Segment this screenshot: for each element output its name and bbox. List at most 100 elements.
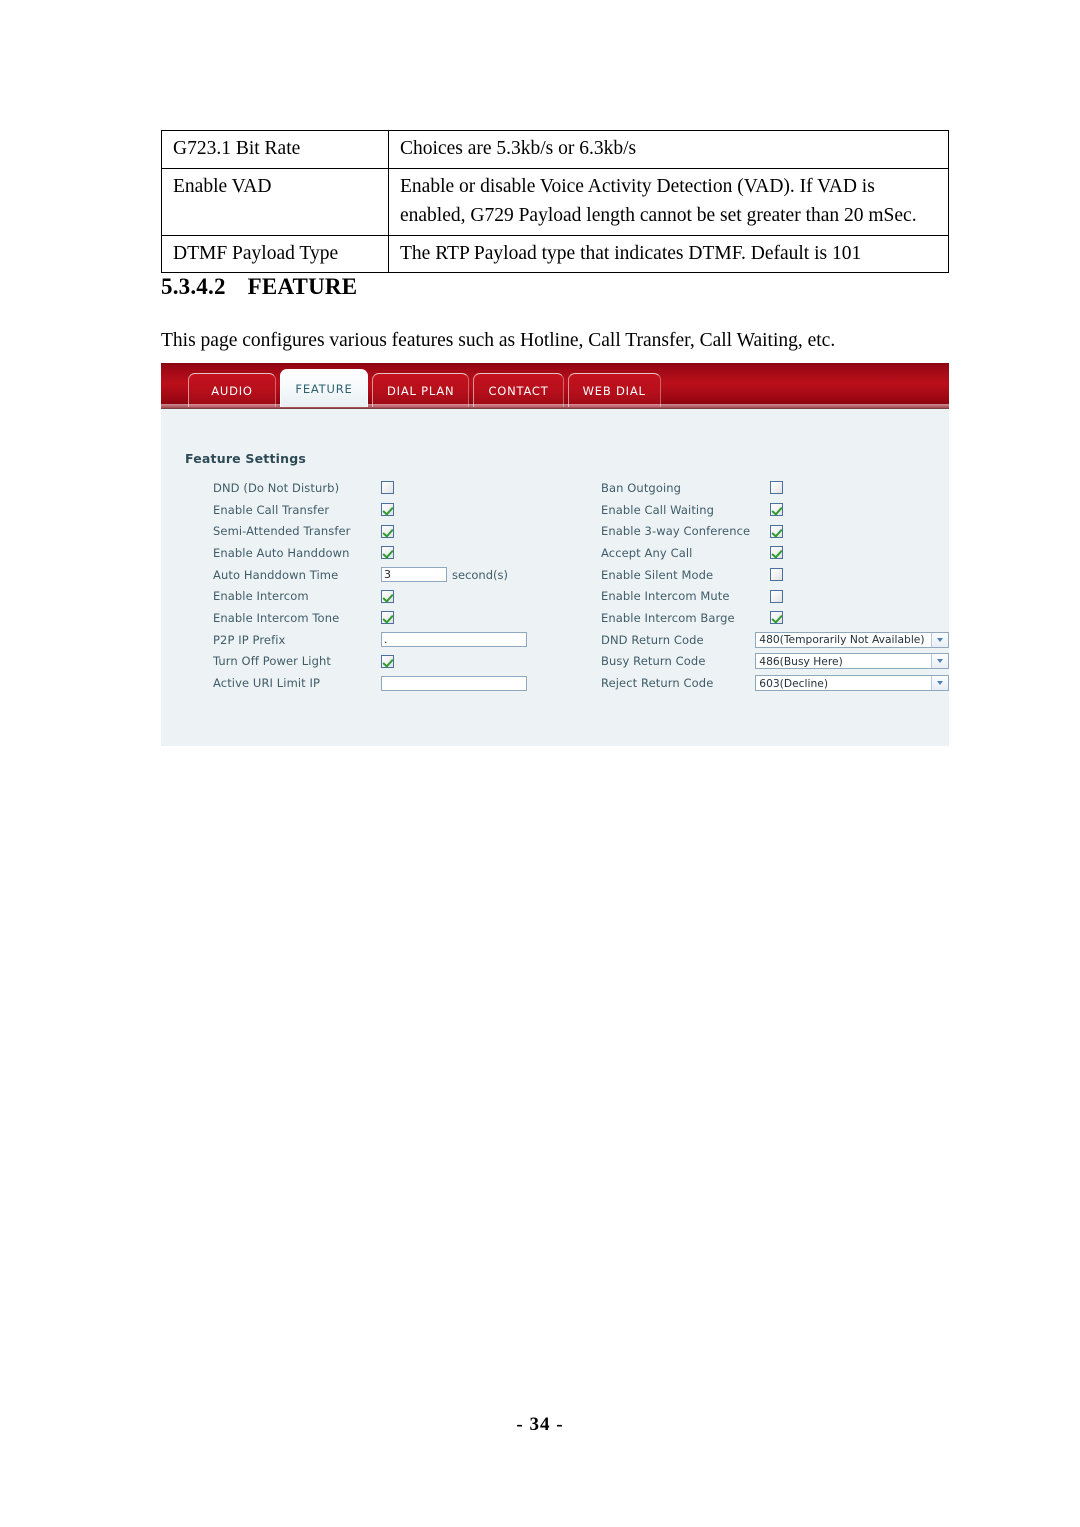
tab-audio[interactable]: AUDIO (188, 373, 276, 407)
table-row: G723.1 Bit Rate Choices are 5.3kb/s or 6… (161, 130, 949, 169)
field-label: P2P IP Prefix (213, 632, 286, 647)
form-row: Auto Handdown Time second(s) Enable Sile… (161, 564, 949, 586)
tab-label: AUDIO (211, 383, 253, 398)
tab-label: FEATURE (295, 381, 353, 396)
field-busy-return-code: Busy Return Code 486(Busy Here) (555, 653, 949, 670)
tab-label: DIAL PLAN (387, 383, 455, 398)
field-semi-attended-transfer: Semi-Attended Transfer (161, 524, 555, 538)
field-label: Semi-Attended Transfer (213, 524, 351, 539)
field-label: Enable Intercom Mute (601, 589, 730, 604)
form-row: P2P IP Prefix DND Return Code 480(Tempor… (161, 629, 949, 651)
form-row: DND (Do Not Disturb) Ban Outgoing (161, 477, 949, 499)
field-enable-silent-mode: Enable Silent Mode (555, 568, 949, 582)
field-reject-return-code: Reject Return Code 603(Decline) (555, 675, 949, 692)
field-enable-auto-handdown: Enable Auto Handdown (161, 546, 555, 560)
dnd-return-code-select[interactable]: 480(Temporarily Not Available) (755, 631, 949, 648)
field-enable-intercom-tone: Enable Intercom Tone (161, 611, 555, 625)
tab-web-dial[interactable]: WEB DIAL (567, 373, 661, 407)
tab-dial-plan[interactable]: DIAL PLAN (372, 373, 470, 407)
table-row: DTMF Payload Type The RTP Payload type t… (161, 234, 949, 274)
field-label: DND Return Code (601, 632, 704, 647)
table-cell-description: Enable or disable Voice Activity Detecti… (388, 167, 949, 236)
tab-contact[interactable]: CONTACT (473, 373, 564, 407)
table-cell-term: G723.1 Bit Rate (161, 130, 389, 169)
table-cell-term: DTMF Payload Type (161, 234, 389, 274)
device-web-ui-screenshot: AUDIO FEATURE DIAL PLAN CONTACT WEB DIAL… (161, 363, 949, 746)
field-turn-off-power-light: Turn Off Power Light (161, 654, 555, 668)
table-cell-description: Choices are 5.3kb/s or 6.3kb/s (388, 130, 949, 169)
field-label: Busy Return Code (601, 654, 706, 669)
field-label: Enable Intercom Tone (213, 610, 340, 625)
auto-handdown-time-input[interactable] (381, 567, 447, 583)
enable-auto-handdown-checkbox[interactable] (381, 546, 394, 560)
semi-attended-transfer-checkbox[interactable] (381, 524, 394, 538)
field-enable-intercom-barge: Enable Intercom Barge (555, 611, 949, 625)
enable-intercom-mute-checkbox[interactable] (770, 589, 783, 603)
field-label: Enable Auto Handdown (213, 545, 350, 560)
form-row: Active URI Limit IP Reject Return Code 6… (161, 672, 949, 694)
field-label: Turn Off Power Light (213, 654, 331, 669)
field-p2p-ip-prefix: P2P IP Prefix (161, 632, 555, 648)
feature-settings-form: DND (Do Not Disturb) Ban Outgoing Enable… (161, 477, 949, 694)
field-enable-call-transfer: Enable Call Transfer (161, 503, 555, 517)
accept-any-call-checkbox[interactable] (770, 546, 783, 560)
section-number: 5.3.4.2 (161, 274, 226, 299)
table-row: Enable VAD Enable or disable Voice Activ… (161, 167, 949, 236)
select-value: 480(Temporarily Not Available) (759, 633, 925, 647)
field-label: Reject Return Code (601, 676, 714, 691)
field-label: Active URI Limit IP (213, 676, 321, 691)
table-cell-term: Enable VAD (161, 167, 389, 236)
field-active-uri-limit-ip: Active URI Limit IP (161, 675, 555, 691)
chevron-down-icon (930, 654, 948, 669)
form-row: Turn Off Power Light Busy Return Code 48… (161, 651, 949, 673)
field-auto-handdown-time: Auto Handdown Time second(s) (161, 567, 555, 583)
enable-intercom-tone-checkbox[interactable] (381, 611, 394, 625)
tab-label: CONTACT (488, 383, 549, 398)
enable-intercom-barge-checkbox[interactable] (770, 611, 783, 625)
enable-silent-mode-checkbox[interactable] (770, 568, 783, 582)
field-label: Enable Call Waiting (601, 502, 715, 517)
active-uri-limit-ip-input[interactable] (381, 675, 527, 691)
enable-intercom-checkbox[interactable] (381, 589, 394, 603)
auto-handdown-time-unit: second(s) (452, 567, 508, 582)
tab-list: AUDIO FEATURE DIAL PLAN CONTACT WEB DIAL (188, 369, 661, 407)
field-label: DND (Do Not Disturb) (213, 480, 340, 495)
select-value: 486(Busy Here) (759, 654, 843, 668)
tab-label: WEB DIAL (582, 383, 646, 398)
intro-paragraph: This page configures various features su… (161, 330, 836, 351)
enable-call-waiting-checkbox[interactable] (770, 503, 783, 517)
field-enable-3way-conference: Enable 3-way Conference (555, 524, 949, 538)
dnd-checkbox[interactable] (381, 481, 394, 495)
form-row: Semi-Attended Transfer Enable 3-way Conf… (161, 520, 949, 542)
table-cell-description: The RTP Payload type that indicates DTMF… (388, 234, 949, 274)
form-row: Enable Auto Handdown Accept Any Call (161, 542, 949, 564)
form-row: Enable Call Transfer Enable Call Waiting (161, 499, 949, 521)
enable-3way-conference-checkbox[interactable] (770, 524, 783, 538)
select-value: 603(Decline) (759, 676, 828, 690)
p2p-ip-prefix-input[interactable] (381, 632, 527, 648)
field-label: Enable Intercom Barge (601, 610, 735, 625)
busy-return-code-select[interactable]: 486(Busy Here) (755, 653, 949, 670)
field-enable-intercom: Enable Intercom (161, 589, 555, 603)
field-enable-call-waiting: Enable Call Waiting (555, 503, 949, 517)
feature-settings-panel: Feature Settings DND (Do Not Disturb) Ba… (161, 409, 949, 746)
enable-call-transfer-checkbox[interactable] (381, 503, 394, 517)
field-label: Enable Silent Mode (601, 567, 714, 582)
field-dnd-return-code: DND Return Code 480(Temporarily Not Avai… (555, 631, 949, 648)
chevron-down-icon (930, 676, 948, 691)
field-dnd: DND (Do Not Disturb) (161, 481, 555, 495)
field-accept-any-call: Accept Any Call (555, 546, 949, 560)
reject-return-code-select[interactable]: 603(Decline) (755, 675, 949, 692)
tab-bar: AUDIO FEATURE DIAL PLAN CONTACT WEB DIAL (161, 363, 949, 409)
page-number: - 34 - (516, 1414, 564, 1435)
ban-outgoing-checkbox[interactable] (770, 481, 783, 495)
turn-off-power-light-checkbox[interactable] (381, 654, 394, 668)
tab-feature[interactable]: FEATURE (280, 369, 368, 407)
field-label: Enable 3-way Conference (601, 524, 751, 539)
field-label: Enable Call Transfer (213, 502, 330, 517)
form-row: Enable Intercom Enable Intercom Mute (161, 585, 949, 607)
printed-page: G723.1 Bit Rate Choices are 5.3kb/s or 6… (0, 0, 1080, 1527)
panel-heading: Feature Settings (185, 451, 307, 466)
field-label: Auto Handdown Time (213, 567, 339, 582)
section-heading: 5.3.4.2 FEATURE (161, 274, 357, 300)
